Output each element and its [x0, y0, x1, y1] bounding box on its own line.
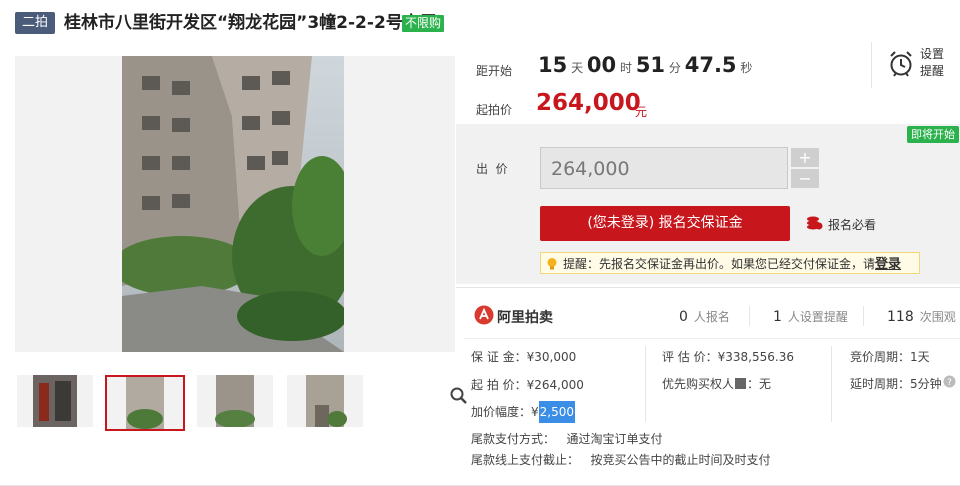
start-price-info: 起 拍 价：¥264,000	[471, 378, 584, 392]
countdown-seconds: 47.5	[684, 53, 737, 77]
detail-divider-1	[645, 346, 646, 422]
countdown-minutes: 51	[635, 53, 666, 77]
starting-soon-badge: 即将开始	[907, 126, 959, 143]
start-price-value: 264,000	[536, 90, 641, 116]
must-read-link[interactable]: 报名必看	[828, 216, 876, 233]
increment-info: 加价幅度：¥2,500	[471, 401, 575, 423]
stat-divider-1	[749, 306, 750, 326]
login-notice: 提醒：先报名交保证金再出价。如果您已经交付保证金，请登录	[540, 252, 920, 274]
detail-divider-2	[831, 346, 832, 422]
countdown-days: 15	[538, 53, 568, 77]
register-deposit-button[interactable]: (您未登录) 报名交保证金	[540, 206, 790, 241]
auction-round-badge: 二拍	[15, 12, 55, 34]
stat-registrations-unit: 人报名	[693, 310, 730, 324]
increment-label: 加价幅度：¥	[471, 405, 539, 419]
thumbnail-2-selected[interactable]	[105, 375, 185, 431]
increase-bid-button[interactable]: +	[791, 148, 819, 167]
stat-reminders-value: 1	[773, 309, 782, 325]
thumbnail-3[interactable]	[197, 375, 273, 427]
stat-views-unit: 次围观	[919, 310, 956, 324]
ali-auction-logo-text: 阿里拍卖	[497, 310, 553, 326]
set-reminder-button[interactable]: 设置 提醒	[920, 46, 944, 80]
help-icon[interactable]: ?	[943, 375, 956, 388]
alarm-clock-icon[interactable]	[888, 50, 914, 78]
lightbulb-icon	[545, 256, 559, 270]
main-property-photo	[122, 56, 344, 352]
increment-value: 2,500	[538, 401, 575, 423]
priority-label: 优先购买权人	[662, 377, 735, 391]
page-title: 桂林市八里街开发区“翔龙花园”3幢2-2-2号房屋	[64, 13, 437, 33]
thumbnail-1[interactable]	[17, 375, 93, 427]
countdown-seconds-unit: 秒	[740, 61, 753, 75]
stat-views: 118 次围观	[887, 308, 956, 325]
countdown-days-unit: 天	[571, 61, 584, 75]
info-tag-icon[interactable]	[735, 378, 747, 389]
notice-text: 提醒：先报名交保证金再出价。如果您已经交付保证金，请	[563, 257, 876, 271]
reminder-divider	[871, 42, 872, 88]
decrease-bid-button[interactable]: −	[791, 169, 819, 188]
countdown-hours-unit: 时	[619, 61, 632, 75]
login-link[interactable]: 登录	[875, 257, 901, 272]
info-divider	[464, 338, 960, 339]
stat-registrations-value: 0	[679, 309, 688, 325]
bid-label: 出 价	[476, 162, 508, 176]
stat-divider-2	[863, 306, 864, 326]
stat-reminders: 1 人设置提醒	[773, 308, 848, 325]
set-reminder-line1: 设置	[920, 47, 945, 61]
priority-buyer-info: 优先购买权人 ：无	[662, 375, 771, 392]
countdown-label: 距开始	[476, 64, 513, 78]
coins-icon	[805, 215, 823, 231]
zoom-icon[interactable]	[449, 386, 469, 406]
appraisal-info: 评 估 价：¥338,556.36	[662, 350, 794, 364]
start-price-unit: 元	[635, 105, 648, 119]
stat-registrations: 0 人报名	[679, 308, 730, 325]
main-image-viewer[interactable]	[15, 56, 467, 404]
svg-text:?: ?	[947, 378, 952, 388]
bid-amount-input[interactable]: 264,000	[540, 147, 788, 189]
stat-reminders-unit: 人设置提醒	[787, 310, 848, 324]
deposit-info: 保 证 金：¥30,000	[471, 350, 577, 364]
section-divider	[456, 287, 960, 288]
ali-auction-logo-icon	[474, 305, 494, 325]
extension-cycle-info: 延时周期：5分钟	[850, 377, 942, 391]
stat-views-value: 118	[887, 309, 914, 325]
priority-value: ：无	[747, 377, 772, 391]
countdown-timer: 15 天 00 时 51 分 47.5 秒	[538, 53, 752, 77]
start-price-label: 起拍价	[476, 103, 513, 117]
countdown-minutes-unit: 分	[668, 61, 681, 75]
payment-deadline-info: 尾款线上支付截止： 按竞买公告中的截止时间及时支付	[471, 453, 771, 467]
no-purchase-limit-badge: 不限购	[402, 15, 445, 32]
bidding-cycle-info: 竞价周期：1天	[850, 350, 930, 364]
countdown-hours: 00	[586, 53, 617, 77]
payment-method-info: 尾款支付方式： 通过淘宝订单支付	[471, 432, 663, 446]
set-reminder-line2: 提醒	[920, 64, 945, 78]
thumbnail-4[interactable]	[287, 375, 363, 427]
